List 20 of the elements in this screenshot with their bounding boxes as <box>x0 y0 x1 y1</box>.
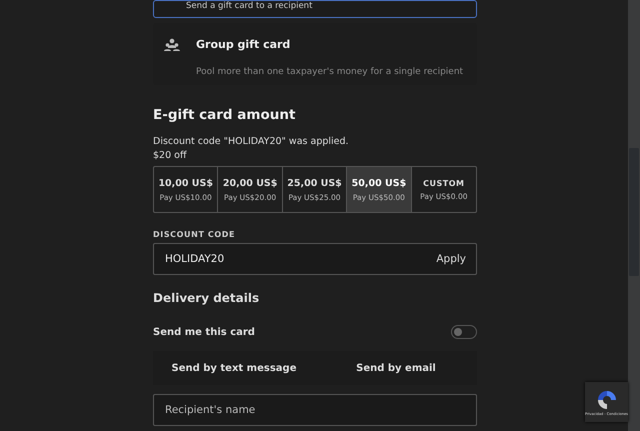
toggle-label: Send me this card <box>153 326 255 338</box>
discount-notice: Discount code "HOLIDAY20" was applied. <box>153 135 350 149</box>
option-title: Group gift card <box>196 38 292 53</box>
delivery-method-tab[interactable]: Send by text message <box>153 351 315 385</box>
section-heading: Delivery details <box>153 291 260 305</box>
section-heading: E-gift card amount <box>153 107 296 123</box>
recaptcha-logo-icon <box>596 388 618 410</box>
delivery-method-tab[interactable]: Send by email <box>315 351 477 385</box>
discount-amount: $20 off <box>153 149 188 163</box>
toggle-switch[interactable] <box>451 325 477 339</box>
apply-button[interactable]: Apply <box>436 253 466 265</box>
gift-option-card[interactable]: Send a gift card to a recipient <box>153 0 477 18</box>
recipient-name-field[interactable]: Recipient's name <box>153 394 477 426</box>
option-title: Send a gift card to a recipient <box>186 1 312 12</box>
field-label: DISCOUNT CODE <box>153 230 236 239</box>
scrollbar-thumb[interactable] <box>629 148 639 276</box>
option-description: Pool more than one taxpayer's money for a single recipient <box>196 67 464 79</box>
group-icon <box>164 38 180 52</box>
scrollbar[interactable] <box>628 0 640 431</box>
discount-code-field[interactable]: HOLIDAY20 Apply <box>153 243 477 275</box>
